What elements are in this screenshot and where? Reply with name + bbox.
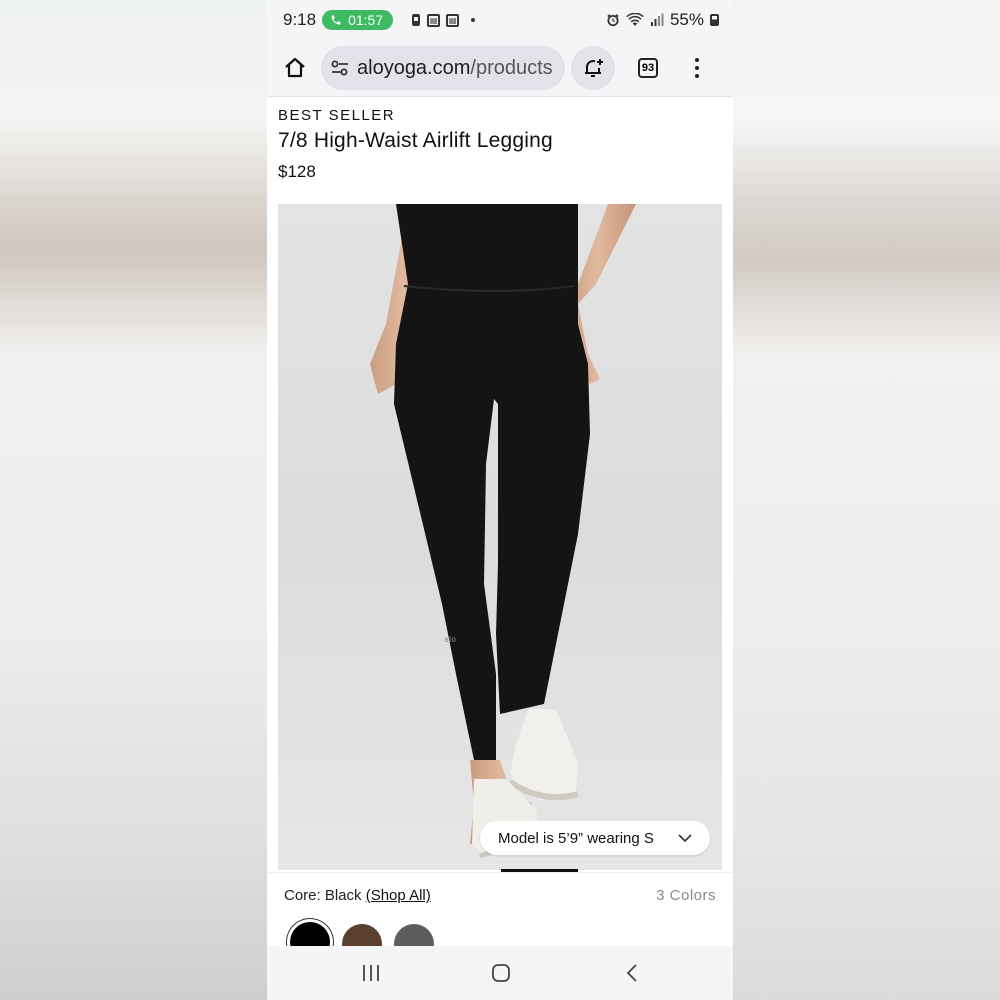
home-nav-icon (492, 964, 510, 982)
blurred-background-left (0, 0, 267, 1000)
tabs-button[interactable]: 93 (628, 48, 668, 88)
more-vert-icon[interactable] (682, 48, 712, 88)
site-settings-icon[interactable] (329, 57, 351, 79)
news-icon: ▤ (427, 13, 441, 27)
browser-toolbar: aloyoga.com/products 93 (267, 40, 733, 97)
chevron-down-icon (678, 833, 692, 842)
colors-count: 3 Colors (656, 887, 716, 904)
home-button[interactable] (275, 48, 315, 88)
recents-icon (363, 965, 379, 981)
product-price: $128 (278, 162, 316, 181)
ongoing-call-pill[interactable]: 01:57 (322, 10, 394, 30)
add-notification-button[interactable] (571, 46, 615, 90)
add-bell-icon (585, 59, 603, 77)
phone-screen: 9:18 01:57 ▤ ▤ 55% aloyoga.com/products … (267, 0, 733, 1000)
wifi-icon (626, 13, 644, 26)
phone-icon (331, 15, 341, 25)
address-bar[interactable]: aloyoga.com/products (321, 46, 565, 90)
call-duration: 01:57 (348, 12, 384, 28)
product-image[interactable]: alo Model is 5’9” wearing S (278, 204, 722, 870)
model-size-text: Model is 5’9” wearing S (498, 829, 654, 847)
model-size-dropdown[interactable]: Model is 5’9” wearing S (480, 821, 710, 855)
home-nav-button[interactable] (471, 946, 531, 1000)
alarm-icon (607, 14, 619, 27)
selected-color-label: Core: Black (284, 887, 362, 904)
status-bar: 9:18 01:57 ▤ ▤ 55% (267, 0, 733, 40)
product-title: 7/8 High-Waist Airlift Legging (278, 129, 553, 152)
back-button[interactable] (602, 946, 662, 1000)
signal-icon (650, 13, 664, 26)
status-right: 55% (606, 10, 719, 30)
home-icon (285, 57, 305, 78)
url-text: aloyoga.com/products (357, 57, 553, 80)
news-icon-2: ▤ (446, 13, 460, 27)
svg-text:alo: alo (444, 635, 456, 644)
battery-percent: 55% (669, 10, 704, 29)
best-seller-badge: BEST SELLER (278, 107, 396, 124)
color-label-line: Core: Black (Shop All) (284, 887, 431, 904)
recents-button[interactable] (341, 946, 401, 1000)
url-path: /products (470, 56, 553, 79)
more-notifications-dot (471, 18, 476, 22)
tabs-icon: 93 (638, 58, 658, 78)
system-navigation-bar (267, 946, 733, 1000)
notification-icons: ▤ ▤ (411, 13, 476, 27)
shop-all-link[interactable]: (Shop All) (366, 887, 431, 904)
battery-icon (710, 14, 719, 26)
url-domain: aloyoga.com (357, 56, 471, 79)
legging-photo: alo (370, 204, 636, 859)
blurred-background-right (733, 0, 1000, 1000)
status-time: 9:18 (283, 10, 317, 29)
back-icon (626, 964, 637, 982)
color-selector: Core: Black (Shop All) 3 Colors (267, 872, 733, 964)
notification-icon (412, 14, 421, 26)
